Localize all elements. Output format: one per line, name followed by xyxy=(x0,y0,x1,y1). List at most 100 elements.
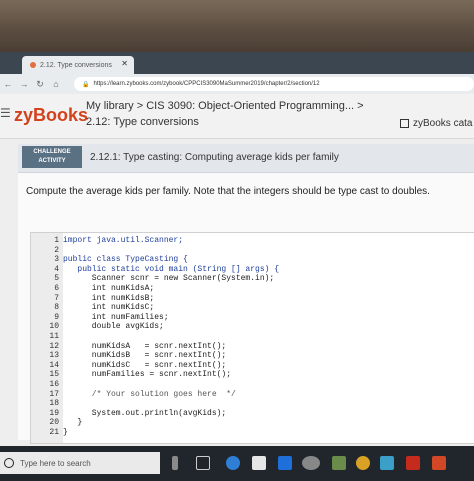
reload-icon[interactable]: ↻ xyxy=(32,79,48,90)
line-number: 6 xyxy=(54,283,59,293)
challenge-badge: CHALLENGE ACTIVITY xyxy=(22,146,82,168)
badge-line-1: CHALLENGE xyxy=(33,149,71,155)
chrome-icon[interactable] xyxy=(356,456,370,470)
line-text[interactable]: Scanner scnr = new Scanner(System.in); xyxy=(63,274,274,284)
code-line[interactable]: 13 numKidsB = scnr.nextInt(); xyxy=(31,351,279,361)
line-text[interactable]: public static void main (String [] args)… xyxy=(63,265,279,275)
line-number: 13 xyxy=(49,351,59,361)
line-text[interactable]: } xyxy=(63,428,68,438)
mic-icon[interactable] xyxy=(172,456,178,470)
search-placeholder: Type here to search xyxy=(20,458,91,468)
address-bar[interactable]: 🔒 https://learn.zybooks.com/zybook/CPPCI… xyxy=(74,77,474,91)
line-number: 12 xyxy=(49,341,59,351)
line-number: 8 xyxy=(54,303,59,313)
home-icon[interactable]: ⌂ xyxy=(48,79,64,89)
code-line[interactable]: 5 Scanner scnr = new Scanner(System.in); xyxy=(31,274,279,284)
code-line[interactable]: 16 xyxy=(31,380,279,390)
background-photo-area xyxy=(0,0,474,52)
line-number: 20 xyxy=(49,418,59,428)
code-line[interactable]: 18 xyxy=(31,399,279,409)
windows-taskbar: Type here to search xyxy=(0,446,474,481)
edge-icon[interactable] xyxy=(226,456,240,470)
browser-tab[interactable]: 2.12. Type conversions ✕ xyxy=(22,56,134,74)
badge-line-2: ACTIVITY xyxy=(38,158,66,164)
code-line[interactable]: 21} xyxy=(31,428,279,438)
challenge-title: 2.12.1: Type casting: Computing average … xyxy=(90,152,339,163)
code-line[interactable]: 17 /* Your solution goes here */ xyxy=(31,390,279,400)
code-line[interactable]: 6 int numKidsA; xyxy=(31,284,279,294)
code-line[interactable]: 20 } xyxy=(31,418,279,428)
zybooks-header: ☰ zyBooks My library > CIS 3090: Object-… xyxy=(0,94,474,139)
code-line[interactable]: 8 int numKidsC; xyxy=(31,303,279,313)
code-line[interactable]: 15 numFamilies = scnr.nextInt(); xyxy=(31,370,279,380)
line-number: 3 xyxy=(54,255,59,265)
line-number: 21 xyxy=(49,427,59,437)
line-text[interactable]: int numKidsC; xyxy=(63,303,154,313)
line-number: 18 xyxy=(49,399,59,409)
code-editor[interactable]: 1 import java.util.Scanner; 2 3 public class… xyxy=(30,232,474,444)
line-number: 11 xyxy=(49,331,59,341)
forward-arrow-icon[interactable]: → xyxy=(16,79,32,89)
challenge-prompt: Compute the average kids per family. Not… xyxy=(26,186,430,197)
browser-tab-bar: 2.12. Type conversions ✕ xyxy=(0,52,474,74)
catalog-icon xyxy=(400,119,409,128)
line-text[interactable]: int numKidsB; xyxy=(63,294,154,304)
menu-icon[interactable]: ☰ xyxy=(0,106,11,120)
line-text[interactable]: /* Your solution goes here */ xyxy=(63,390,236,400)
line-text[interactable]: System.out.println(avgKids); xyxy=(63,409,226,419)
code-line[interactable]: 19 System.out.println(avgKids); xyxy=(31,409,279,419)
link-icon[interactable] xyxy=(302,456,320,470)
task-view-icon[interactable] xyxy=(196,456,210,470)
zybooks-favicon-icon xyxy=(30,62,36,68)
code-line[interactable]: 10 double avgKids; xyxy=(31,322,279,332)
code-line[interactable]: 12 numKidsA = scnr.nextInt(); xyxy=(31,342,279,352)
line-text[interactable]: numFamilies = scnr.nextInt(); xyxy=(63,370,231,380)
dropbox-icon[interactable] xyxy=(278,456,292,470)
code-line[interactable]: 4 public static void main (String [] arg… xyxy=(31,265,279,275)
line-number: 2 xyxy=(54,245,59,255)
back-arrow-icon[interactable]: ← xyxy=(0,79,16,89)
line-text[interactable]: } xyxy=(63,418,82,428)
line-text[interactable]: public class TypeCasting { xyxy=(63,255,188,265)
line-text[interactable]: numKidsB = scnr.nextInt(); xyxy=(63,351,226,361)
line-number: 14 xyxy=(49,360,59,370)
code-line[interactable]: 11 xyxy=(31,332,279,342)
line-number: 1 xyxy=(54,236,59,245)
line-text[interactable]: numKidsA = scnr.nextInt(); xyxy=(63,342,226,352)
code-line[interactable]: 2 xyxy=(31,246,279,256)
app-icon[interactable] xyxy=(380,456,394,470)
code-line[interactable]: 9 int numFamilies; xyxy=(31,313,279,323)
url-text: https://learn.zybooks.com/zybook/CPPCIS3… xyxy=(93,81,320,87)
code-line[interactable]: 14 numKidsC = scnr.nextInt(); xyxy=(31,361,279,371)
section-title: 2.12: Type conversions xyxy=(86,116,199,128)
line-text[interactable]: numKidsC = scnr.nextInt(); xyxy=(63,361,226,371)
line-number: 7 xyxy=(54,293,59,303)
challenge-activity-card: CHALLENGE ACTIVITY 2.12.1: Type casting:… xyxy=(18,144,474,444)
store-icon[interactable] xyxy=(252,456,266,470)
code-line[interactable]: 1 import java.util.Scanner; xyxy=(31,236,279,246)
powerpoint-icon[interactable] xyxy=(432,456,446,470)
acrobat-icon[interactable] xyxy=(406,456,420,470)
code-lines[interactable]: 1 import java.util.Scanner; 2 3 public class… xyxy=(31,236,279,437)
line-text[interactable]: int numKidsA; xyxy=(63,284,154,294)
line-number: 9 xyxy=(54,312,59,322)
lock-icon: 🔒 xyxy=(82,81,90,88)
browser-nav-bar: ← → ↻ ⌂ 🔒 https://learn.zybooks.com/zybo… xyxy=(0,74,474,94)
line-text[interactable]: double avgKids; xyxy=(63,322,164,332)
breadcrumb[interactable]: My library > CIS 3090: Object-Oriented P… xyxy=(86,100,364,112)
catalog-label: zyBooks cata xyxy=(413,118,473,129)
line-text[interactable]: import java.util.Scanner; xyxy=(63,236,183,246)
media-icon[interactable] xyxy=(332,456,346,470)
line-text[interactable]: int numFamilies; xyxy=(63,313,169,323)
code-line[interactable]: 3 public class TypeCasting { xyxy=(31,255,279,265)
browser-tab-title: 2.12. Type conversions xyxy=(40,61,112,69)
line-number: 16 xyxy=(49,379,59,389)
line-number: 15 xyxy=(49,370,59,380)
line-number: 4 xyxy=(54,264,59,274)
close-tab-icon[interactable]: ✕ xyxy=(121,59,128,68)
taskbar-search[interactable]: Type here to search xyxy=(0,452,160,474)
zybooks-logo[interactable]: zyBooks xyxy=(14,105,88,126)
code-line[interactable]: 7 int numKidsB; xyxy=(31,294,279,304)
challenge-header: CHALLENGE ACTIVITY 2.12.1: Type casting:… xyxy=(18,144,474,173)
zybooks-catalog-link[interactable]: zyBooks cata xyxy=(400,118,472,129)
